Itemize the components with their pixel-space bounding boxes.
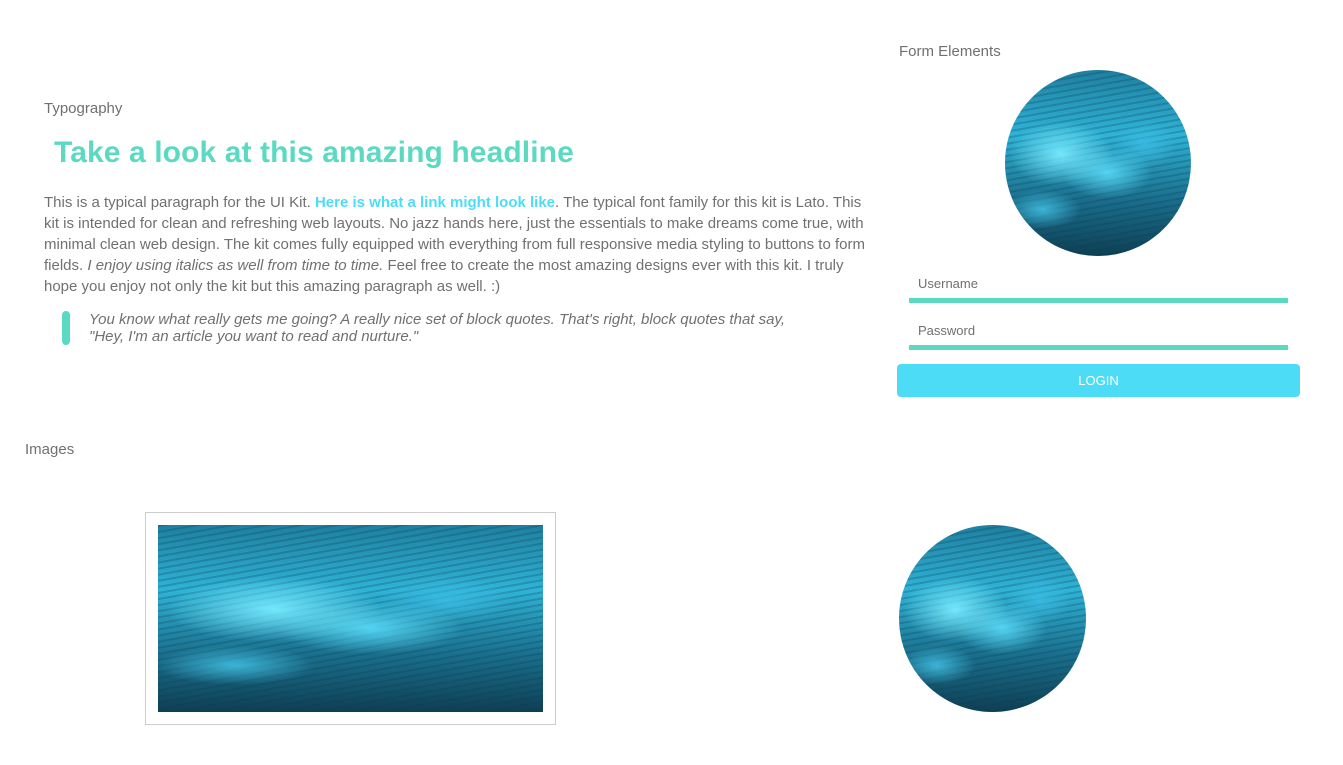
form-elements-section-label: Form Elements (899, 43, 1001, 60)
images-section-label: Images (25, 441, 75, 458)
body-paragraph: This is a typical paragraph for the UI K… (44, 192, 872, 297)
round-wave-picture (899, 525, 1086, 712)
block-quote-bar (62, 311, 70, 345)
block-quote: You know what really gets me going? A re… (62, 311, 822, 345)
paragraph-text-1: This is a typical paragraph for the UI K… (44, 194, 315, 211)
framed-wave-image (145, 512, 556, 725)
typography-section-label: Typography (44, 100, 123, 117)
username-field[interactable] (909, 269, 1288, 303)
avatar-wave-image (1005, 70, 1191, 256)
login-button[interactable]: LOGIN (897, 364, 1300, 397)
sample-link[interactable]: Here is what a link might look like (315, 194, 555, 211)
round-wave-image (899, 525, 1086, 712)
paragraph-italic-text: I enjoy using italics as well from time … (87, 257, 384, 274)
block-quote-text: You know what really gets me going? A re… (89, 311, 786, 345)
avatar (1005, 70, 1191, 256)
framed-wave-picture (158, 525, 543, 712)
headline: Take a look at this amazing headline (54, 136, 574, 169)
password-field[interactable] (909, 316, 1288, 350)
